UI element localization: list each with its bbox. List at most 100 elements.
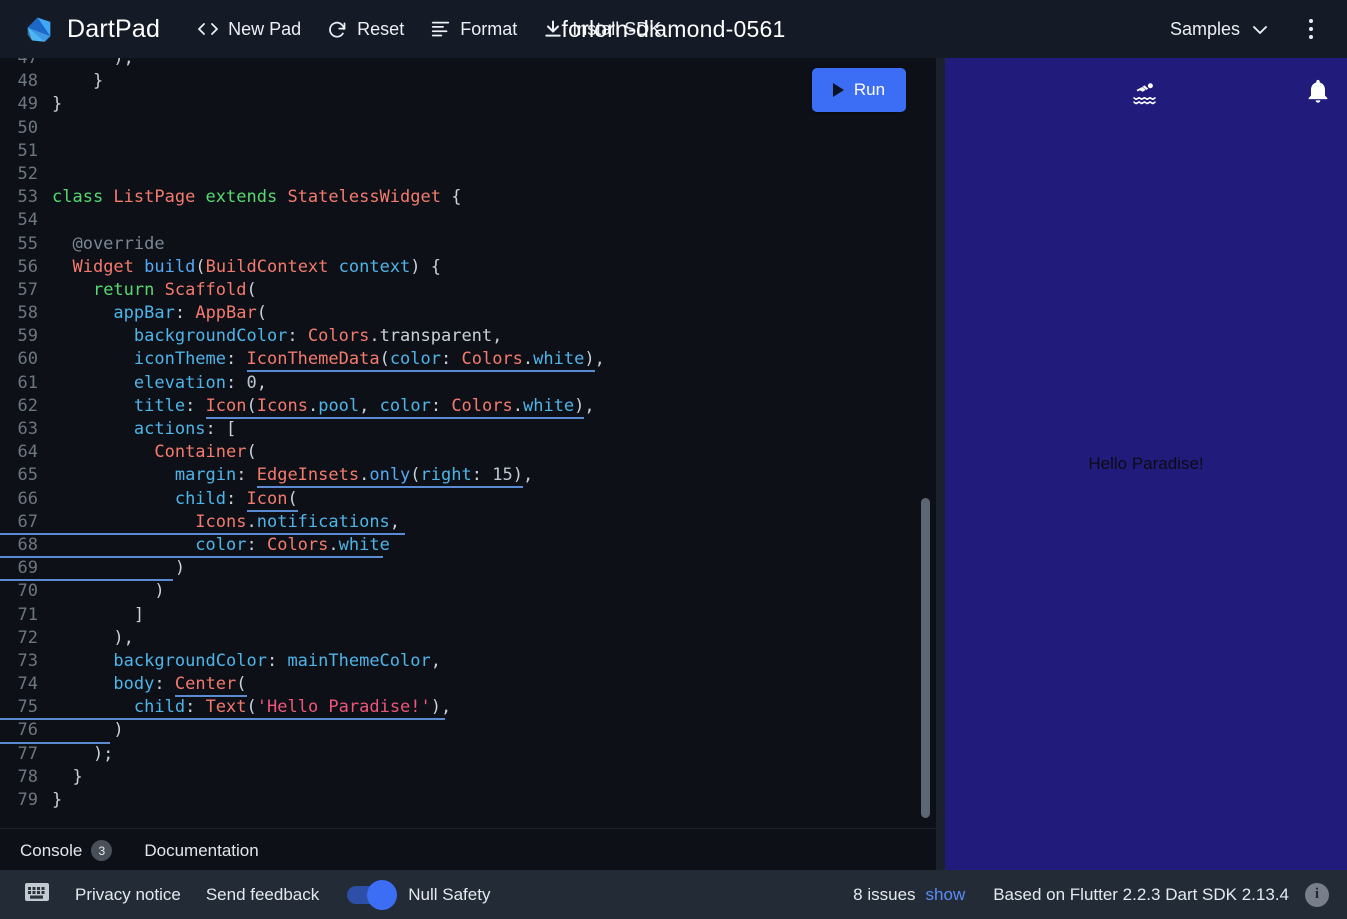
line-number: 53 <box>17 187 38 208</box>
code-token: right <box>420 465 472 489</box>
code-token: ) { <box>410 256 442 277</box>
notifications-bell-icon[interactable] <box>1304 76 1332 111</box>
code-token: Icon <box>246 488 288 512</box>
code-line[interactable]: 61 elevation: 0, <box>0 372 936 395</box>
code-token: child <box>133 697 186 718</box>
code-token: ( <box>246 395 257 419</box>
code-token: context <box>338 256 411 277</box>
line-number: 76 <box>17 720 38 741</box>
run-button[interactable]: Run <box>812 68 906 112</box>
code-line[interactable]: 57 return Scaffold( <box>0 279 936 302</box>
code-token: Text <box>205 697 247 718</box>
samples-dropdown[interactable]: Samples <box>1159 12 1279 47</box>
console-issue-badge: 3 <box>91 840 113 861</box>
code-token: class <box>52 187 114 208</box>
new-pad-button[interactable]: New Pad <box>184 12 314 47</box>
code-line[interactable]: 54 <box>0 209 936 232</box>
samples-label: Samples <box>1169 18 1240 39</box>
code-line[interactable]: 51 <box>0 140 936 163</box>
tab-documentation[interactable]: Documentation <box>132 837 270 865</box>
code-line[interactable]: 59 backgroundColor: Colors.transparent, <box>0 325 936 348</box>
reset-button[interactable]: Reset <box>314 12 417 47</box>
code-line[interactable]: 48 } <box>0 70 936 93</box>
code-line[interactable]: 78 } <box>0 766 936 789</box>
kebab-menu-icon[interactable] <box>1291 9 1331 49</box>
code-line[interactable]: 56 Widget build(BuildContext context) { <box>0 256 936 279</box>
code-token: Container <box>154 442 247 463</box>
code-line[interactable]: 66 child: Icon( <box>0 488 936 512</box>
code-token: ( <box>256 303 267 324</box>
line-number: 67 <box>17 511 38 532</box>
code-token: , <box>522 465 534 486</box>
tab-console[interactable]: Console 3 <box>8 836 124 865</box>
code-token: elevation <box>133 372 227 393</box>
app-preview[interactable]: Hello Paradise! <box>945 58 1347 870</box>
code-token: only <box>369 465 411 489</box>
code-line[interactable]: 62 title: Icon(Icons.pool, color: Colors… <box>0 395 936 419</box>
keyboard-icon[interactable] <box>24 882 50 907</box>
code-line[interactable]: 49} <box>0 93 936 116</box>
line-number: 54 <box>17 210 38 231</box>
brand-name: DartPad <box>67 14 161 43</box>
code-token: , <box>359 395 380 419</box>
show-issues-link[interactable]: show <box>926 885 966 905</box>
code-line[interactable]: 58 appBar: AppBar( <box>0 302 936 325</box>
code-line[interactable]: 64 Container( <box>0 441 936 464</box>
reset-label: Reset <box>357 18 405 39</box>
code-text: elevation: 0, <box>38 372 267 395</box>
dart-logo-icon <box>22 12 56 46</box>
code-line[interactable]: 70 ) <box>0 580 936 603</box>
tab-console-label: Console <box>20 840 83 860</box>
line-number: 55 <box>17 233 38 254</box>
code-line[interactable]: 65 margin: EdgeInsets.only(right: 15), <box>0 464 936 489</box>
pool-swimmer-icon <box>945 78 1347 108</box>
line-number: 68 <box>17 534 38 555</box>
code-token: ( <box>236 674 247 698</box>
code-editor[interactable]: 47 ), 48 } 49} 50 51 52 53 class ListPage exten… <box>0 58 936 828</box>
code-line[interactable]: 74 body: Center( <box>0 673 936 698</box>
code-line[interactable]: 63 actions: [ <box>0 418 936 441</box>
editor-vertical-scrollbar[interactable] <box>921 498 930 818</box>
code-line[interactable]: 79} <box>0 789 936 812</box>
tab-documentation-label: Documentation <box>144 840 259 860</box>
code-token: { <box>451 187 462 208</box>
code-text: Icons.notifications, <box>38 511 400 534</box>
info-icon[interactable]: i <box>1305 882 1329 907</box>
code-line[interactable]: 77 ); <box>0 743 936 766</box>
code-line[interactable]: 67 Icons.notifications, <box>0 511 936 535</box>
code-line[interactable]: 53 class ListPage extends StatelessWidget… <box>0 186 936 209</box>
code-line[interactable]: 68 color: Colors.white <box>0 534 936 559</box>
code-line[interactable]: 52 <box>0 163 936 186</box>
pane-splitter[interactable] <box>936 58 945 870</box>
code-text: ) <box>38 580 164 603</box>
null-safety-toggle[interactable]: Null Safety <box>347 879 490 910</box>
format-button[interactable]: Format <box>417 12 530 47</box>
code-lines[interactable]: 47 ), 48 } 49} 50 51 52 53 class ListPage exten… <box>0 58 936 812</box>
code-line[interactable]: 69 ) <box>0 557 936 582</box>
code-text: margin: EdgeInsets.only(right: 15), <box>38 464 534 489</box>
code-token: @override <box>52 233 165 254</box>
install-sdk-button[interactable]: Install SDK <box>530 12 674 47</box>
code-line[interactable]: 76 ) <box>0 719 936 744</box>
code-line[interactable]: 73 backgroundColor: mainThemeColor, <box>0 650 936 673</box>
code-line[interactable]: 60 iconTheme: IconThemeData(color: Color… <box>0 348 936 373</box>
code-line[interactable]: 75 child: Text('Hello Paradise!'), <box>0 696 936 721</box>
send-feedback-link[interactable]: Send feedback <box>206 885 319 905</box>
issues-count[interactable]: 8 issues <box>853 885 915 905</box>
code-token: extends <box>205 187 288 208</box>
privacy-notice-link[interactable]: Privacy notice <box>75 885 181 905</box>
install-sdk-label: Install SDK <box>572 18 662 39</box>
code-line[interactable]: 47 ), <box>0 58 936 70</box>
code-text: child: Icon( <box>38 488 298 512</box>
code-line[interactable]: 72 ), <box>0 627 936 650</box>
code-line[interactable]: 50 <box>0 117 936 140</box>
download-icon <box>543 19 563 39</box>
code-text: return Scaffold( <box>38 279 257 302</box>
code-line[interactable]: 71 ] <box>0 604 936 627</box>
code-line[interactable]: 55 @override <box>0 233 936 256</box>
code-token: ) <box>574 395 585 419</box>
